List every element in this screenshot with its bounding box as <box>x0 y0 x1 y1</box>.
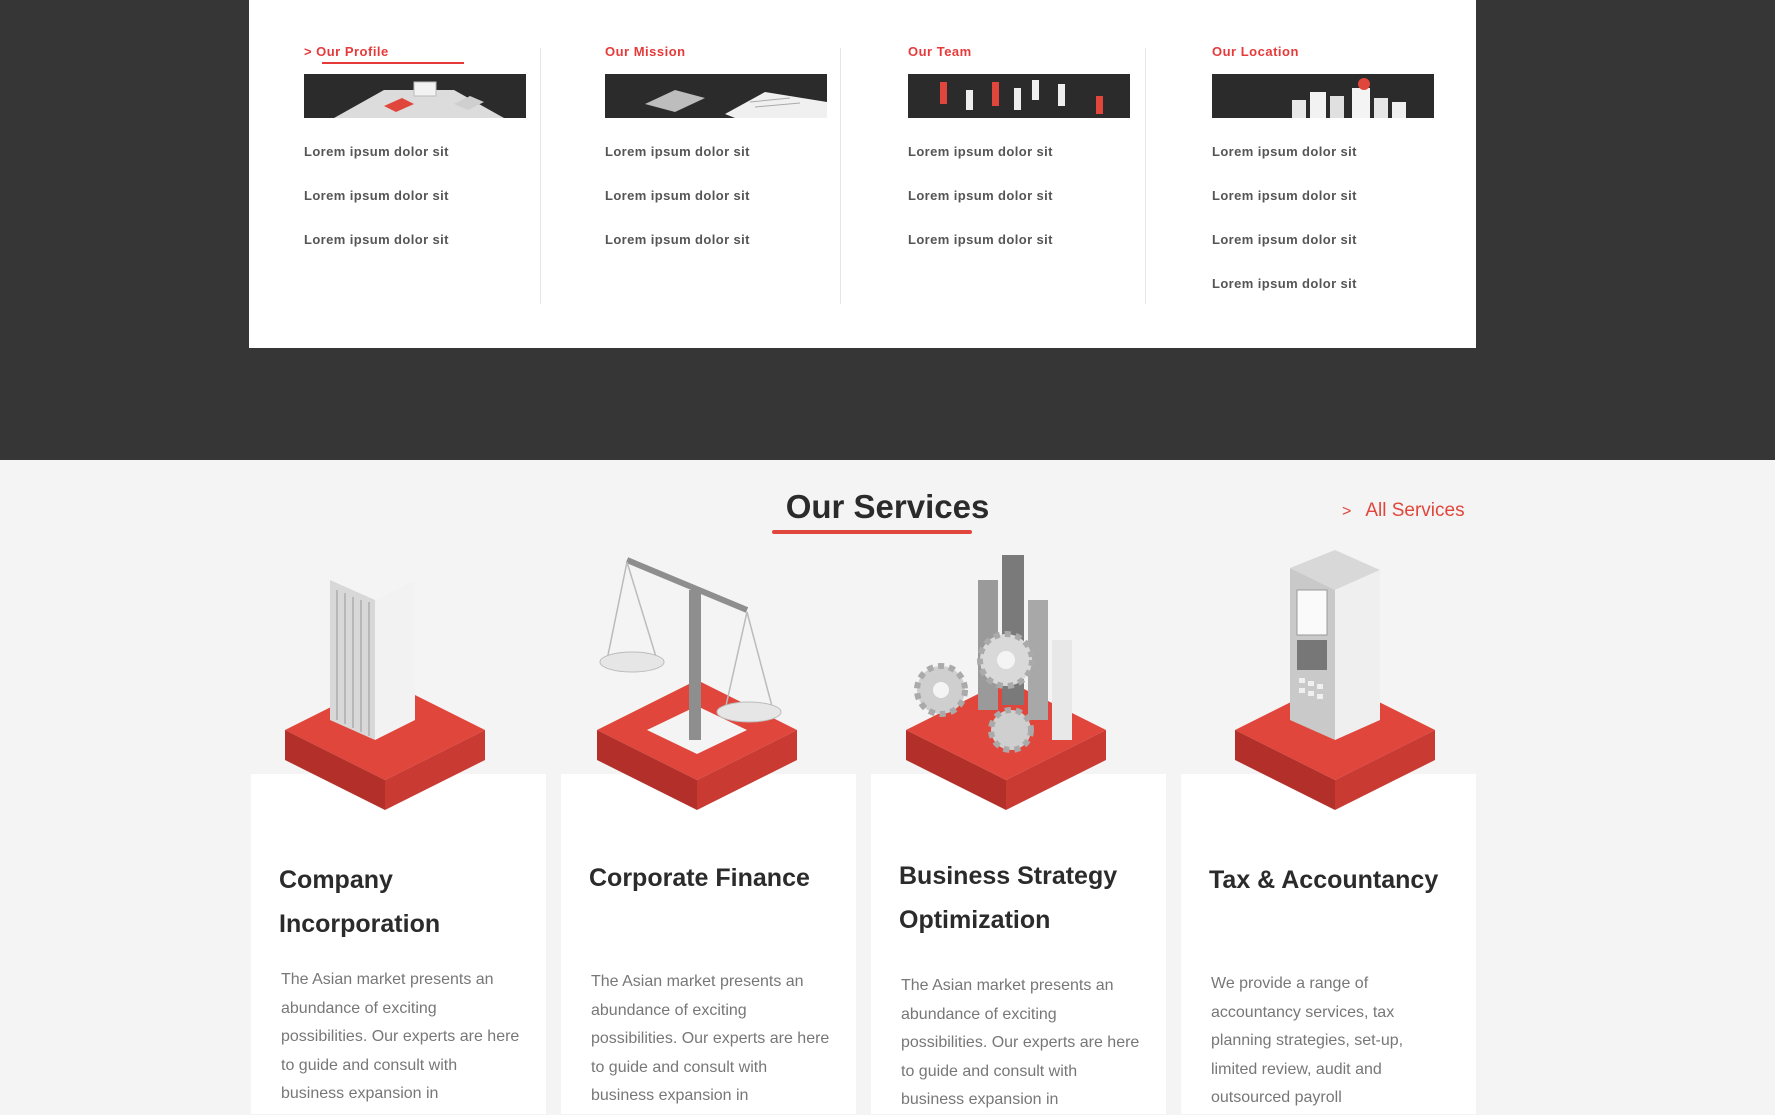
list-item[interactable]: Lorem ipsum dolor sit <box>1212 230 1442 274</box>
list-item[interactable]: Lorem ipsum dolor sit <box>1212 142 1442 186</box>
about-column-location[interactable]: Our Location Lorem ipsum dolor sit Lorem… <box>1212 42 1442 318</box>
service-description: We provide a range of accountancy servic… <box>1211 975 1404 1106</box>
column-title-mission[interactable]: Our Mission <box>605 42 835 62</box>
about-column-team[interactable]: Our Team Lorem ipsum dolor sit Lorem ips… <box>908 42 1138 274</box>
list-item[interactable]: Lorem ipsum dolor sit <box>605 230 835 274</box>
services-heading: Our Services <box>785 488 990 525</box>
service-title[interactable]: Tax & Accountancy <box>1209 858 1459 902</box>
cash-register-icon <box>1235 550 1435 810</box>
column-title-text: Our Location <box>1212 44 1299 59</box>
column-divider <box>840 48 841 304</box>
mission-banner-image <box>605 74 827 118</box>
column-title-text: Our Team <box>908 44 972 59</box>
location-banner-image <box>1212 74 1434 118</box>
list-item[interactable]: Lorem ipsum dolor sit <box>908 142 1138 186</box>
service-description: The Asian market presents an abundance o… <box>901 977 1140 1108</box>
about-column-mission[interactable]: Our Mission Lorem ipsum dolor sit Lorem … <box>605 42 835 274</box>
office-building-icon <box>285 560 485 810</box>
column-divider <box>1145 48 1146 304</box>
list-item[interactable]: Lorem ipsum dolor sit <box>605 186 835 230</box>
service-title[interactable]: Company Incorporation <box>279 858 529 946</box>
balance-scale-icon <box>597 557 797 810</box>
column-title-location[interactable]: Our Location <box>1212 42 1442 62</box>
list-item[interactable]: Lorem ipsum dolor sit <box>304 186 534 230</box>
chevron-right-icon: > <box>1342 503 1352 520</box>
all-services-label: All Services <box>1365 500 1465 521</box>
chevron-right-icon: > <box>304 44 313 59</box>
service-description: The Asian market presents an abundance o… <box>281 971 520 1102</box>
list-item[interactable]: Lorem ipsum dolor sit <box>304 230 534 274</box>
services-heading-underline <box>772 530 972 534</box>
list-item[interactable]: Lorem ipsum dolor sit <box>1212 274 1442 318</box>
all-services-link[interactable]: > All Services <box>1342 500 1465 522</box>
profile-banner-image <box>304 74 526 118</box>
list-item[interactable]: Lorem ipsum dolor sit <box>908 186 1138 230</box>
column-title-text: Our Mission <box>605 44 686 59</box>
list-item[interactable]: Lorem ipsum dolor sit <box>304 142 534 186</box>
list-item[interactable]: Lorem ipsum dolor sit <box>605 142 835 186</box>
about-column-profile[interactable]: > Our Profile Lorem ipsum dolor sit Lorem… <box>304 42 534 274</box>
service-title[interactable]: Corporate Finance <box>589 856 839 900</box>
list-item[interactable]: Lorem ipsum dolor sit <box>1212 186 1442 230</box>
column-title-profile[interactable]: > Our Profile <box>304 42 534 64</box>
column-title-text: Our Profile <box>316 44 389 59</box>
service-title[interactable]: Business Strategy Optimization <box>899 854 1149 942</box>
service-description: The Asian market presents an abundance o… <box>591 973 830 1104</box>
team-banner-image <box>908 74 1130 118</box>
about-card: > Our Profile Lorem ipsum dolor sit Lorem… <box>249 0 1476 348</box>
column-divider <box>540 48 541 304</box>
column-title-team[interactable]: Our Team <box>908 42 1138 62</box>
active-underline <box>322 62 464 64</box>
gears-chart-icon <box>906 555 1106 810</box>
list-item[interactable]: Lorem ipsum dolor sit <box>908 230 1138 274</box>
